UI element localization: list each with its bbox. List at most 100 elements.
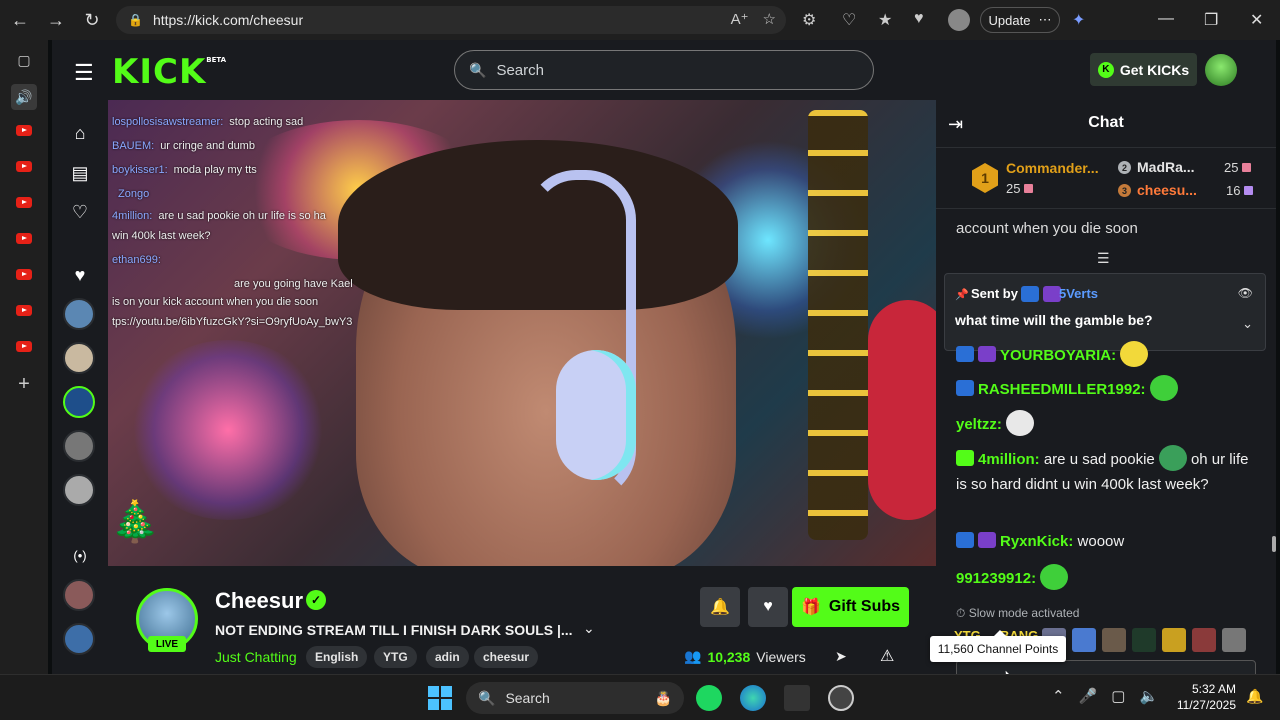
browse-icon[interactable]: ▤ bbox=[69, 162, 91, 184]
streamer-name[interactable]: Cheesur bbox=[215, 588, 303, 614]
leaderboard-name[interactable]: cheesu... bbox=[1137, 182, 1197, 198]
update-button[interactable]: Update ⋯ bbox=[980, 7, 1060, 33]
gift-subs-button[interactable]: 🎁 Gift Subs bbox=[792, 587, 909, 627]
youtube-tab-icon[interactable] bbox=[14, 302, 34, 318]
chat-message: 4million: are u sad pookie oh ur life is… bbox=[956, 445, 1256, 497]
viewer-count: 👥 10,238 Viewers bbox=[684, 648, 806, 665]
chevron-down-icon[interactable]: ⌄ bbox=[583, 620, 595, 637]
video-player[interactable]: lospollosisawstreamer: stop acting sad BA… bbox=[108, 100, 936, 566]
category-link[interactable]: Just Chatting bbox=[215, 649, 297, 665]
youtube-tab-icon[interactable] bbox=[14, 266, 34, 282]
start-button[interactable] bbox=[428, 686, 452, 710]
notifications-icon[interactable]: 🔔 bbox=[1246, 688, 1263, 705]
taskbar-search[interactable]: 🔍 Search 🎂 bbox=[466, 682, 684, 714]
stream-title: NOT ENDING STREAM TILL I FINISH DARK SOU… bbox=[215, 622, 573, 638]
browser-essentials-icon[interactable]: ♡ bbox=[842, 10, 856, 30]
restore-icon[interactable]: ❐ bbox=[1204, 10, 1218, 30]
user-avatar[interactable] bbox=[1205, 54, 1237, 86]
audio-tab-icon[interactable]: 🔊 bbox=[11, 84, 37, 110]
add-tab-icon[interactable]: + bbox=[14, 373, 34, 395]
app-icon[interactable] bbox=[828, 685, 854, 711]
chat-message: RyxnKick: wooow bbox=[956, 529, 1256, 554]
emote-icon[interactable] bbox=[1192, 628, 1216, 652]
forward-icon[interactable]: → bbox=[38, 0, 74, 40]
favorite-star-icon[interactable]: ☆ bbox=[763, 10, 776, 28]
pinned-message[interactable]: 📌 Sent by 5Verts what time will the gamb… bbox=[944, 273, 1266, 351]
hide-pin-icon[interactable]: 👁 bbox=[1238, 286, 1253, 300]
health-icon[interactable]: ♥ bbox=[914, 10, 924, 28]
profile-avatar[interactable] bbox=[948, 9, 970, 31]
tag-ytg[interactable]: YTG bbox=[374, 646, 417, 668]
leaderboard-name[interactable]: Commander... bbox=[1006, 160, 1099, 176]
search-input[interactable]: 🔍 Search bbox=[454, 50, 874, 90]
chevron-down-icon[interactable]: ⌄ bbox=[1242, 316, 1253, 332]
pinned-username[interactable]: 5Verts bbox=[1059, 286, 1098, 301]
read-aloud-icon[interactable]: A⁺ bbox=[731, 10, 749, 28]
gift-subs-label: Gift Subs bbox=[828, 598, 901, 615]
lock-icon[interactable]: 🔒 bbox=[128, 13, 143, 27]
share-icon[interactable]: ➤ bbox=[835, 648, 847, 665]
youtube-tab-icon[interactable] bbox=[14, 194, 34, 210]
edge-icon[interactable] bbox=[740, 685, 766, 711]
tray-chevron-icon[interactable]: ⌃ bbox=[1052, 687, 1065, 705]
emote-icon[interactable] bbox=[1102, 628, 1126, 652]
notification-bell-button[interactable]: 🔔 bbox=[700, 587, 740, 627]
youtube-tab-icon[interactable] bbox=[14, 122, 34, 138]
address-bar[interactable]: 🔒 https://kick.com/cheesur A⁺ ☆ bbox=[116, 6, 786, 34]
emote-icon[interactable] bbox=[1132, 628, 1156, 652]
follow-heart-button[interactable]: ♥ bbox=[748, 587, 788, 627]
rank-2-badge: 2 bbox=[1118, 161, 1131, 174]
close-icon[interactable]: ✕ bbox=[1250, 10, 1263, 30]
kick-logo[interactable]: KICKBETA bbox=[112, 52, 226, 92]
tag-adin[interactable]: adin bbox=[426, 646, 469, 668]
youtube-tab-icon[interactable] bbox=[14, 338, 34, 354]
back-icon[interactable]: ← bbox=[2, 0, 38, 40]
following-icon[interactable]: ♡ bbox=[69, 201, 91, 223]
followed-channel-avatar[interactable] bbox=[63, 430, 95, 462]
viewers-icon: 👥 bbox=[684, 648, 702, 664]
tag-english[interactable]: English bbox=[306, 646, 368, 668]
pinned-message-text: what time will the gamble be? bbox=[955, 312, 1153, 328]
tag-cheesur[interactable]: cheesur bbox=[474, 646, 539, 668]
microphone-icon[interactable]: 🎤 bbox=[1079, 687, 1098, 705]
kick-page: ☰ KICKBETA 🔍 Search K Get KICKs ⌂ ▤ ♡ ♥ … bbox=[52, 40, 1276, 674]
followed-channel-avatar[interactable] bbox=[63, 342, 95, 374]
copilot-icon[interactable]: ✦ bbox=[1072, 10, 1085, 30]
tab-actions-icon[interactable]: ▢ bbox=[14, 52, 34, 68]
page-scrollbar[interactable] bbox=[1272, 536, 1276, 552]
recommended-channel-avatar[interactable] bbox=[63, 623, 95, 655]
clock-time[interactable]: 5:32 AM bbox=[1190, 682, 1236, 696]
leaderboard-value: 16 bbox=[1226, 183, 1254, 198]
get-kicks-button[interactable]: K Get KICKs bbox=[1090, 53, 1197, 86]
overlay-chat-line: is on your kick account when you die soo… bbox=[112, 296, 319, 308]
followed-channel-avatar[interactable] bbox=[63, 474, 95, 506]
epic-games-icon[interactable] bbox=[784, 685, 810, 711]
gift-icon bbox=[1244, 186, 1254, 195]
youtube-tab-icon[interactable] bbox=[14, 158, 34, 174]
emote-icon[interactable] bbox=[1072, 628, 1096, 652]
emote-icon[interactable] bbox=[1162, 628, 1186, 652]
minimize-icon[interactable]: — bbox=[1158, 10, 1174, 28]
emote-icon bbox=[1040, 564, 1069, 590]
emote-icon[interactable] bbox=[1222, 628, 1246, 652]
extensions-icon[interactable]: ⚙ bbox=[802, 10, 816, 30]
home-icon[interactable]: ⌂ bbox=[69, 122, 91, 144]
recommended-channel-avatar[interactable] bbox=[63, 579, 95, 611]
more-icon: ⋯ bbox=[1038, 12, 1052, 27]
overlay-chat-line: BAUEM: ur cringe and dumb bbox=[112, 140, 255, 152]
network-icon[interactable]: ▢ bbox=[1111, 687, 1125, 705]
spotify-icon[interactable] bbox=[696, 685, 722, 711]
refresh-icon[interactable]: ↻ bbox=[74, 0, 110, 40]
leaderboard-name[interactable]: MadRa... bbox=[1137, 159, 1195, 175]
menu-icon[interactable]: ☰ bbox=[74, 60, 94, 86]
christmas-tree-icon: 🎄 bbox=[110, 500, 160, 544]
youtube-tab-icon[interactable] bbox=[14, 230, 34, 246]
volume-icon[interactable]: 🔈 bbox=[1139, 687, 1158, 705]
followed-channel-avatar[interactable] bbox=[63, 386, 95, 418]
chat-message: 991239912: bbox=[956, 564, 1256, 591]
report-icon[interactable]: ⚠ bbox=[880, 646, 894, 666]
favorites-icon[interactable]: ★ bbox=[878, 10, 892, 30]
clock-date[interactable]: 11/27/2025 bbox=[1170, 698, 1236, 712]
followed-channel-avatar[interactable] bbox=[63, 298, 95, 330]
chat-filter-icon[interactable]: ☰ bbox=[1097, 250, 1110, 267]
